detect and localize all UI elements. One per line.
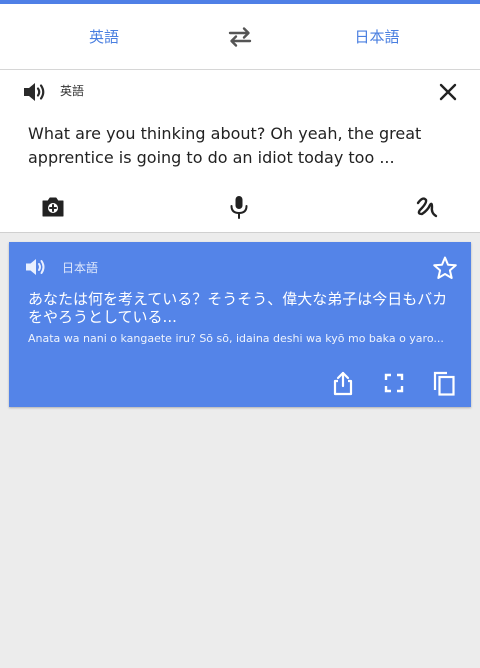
copy-icon[interactable] — [432, 370, 456, 396]
target-language-label: 日本語 — [62, 261, 99, 275]
source-language-label: 英語 — [60, 84, 85, 98]
language-bar: 英語 日本語 — [0, 4, 480, 70]
close-icon[interactable] — [436, 80, 460, 104]
microphone-icon[interactable] — [226, 194, 252, 220]
translated-text: あなたは何を考えている？そうそう、偉大な弟子は今日もバカをやろうとしている... — [28, 290, 448, 326]
handwriting-icon[interactable] — [414, 194, 440, 220]
star-outline-icon[interactable] — [432, 255, 458, 281]
camera-icon[interactable] — [40, 194, 66, 220]
speaker-icon[interactable] — [22, 80, 48, 104]
target-language-button[interactable]: 日本語 — [317, 4, 437, 70]
source-text[interactable]: What are you thinking about? Oh yeah, th… — [28, 122, 448, 170]
source-language-button[interactable]: 英語 — [44, 4, 164, 70]
speaker-icon[interactable] — [24, 256, 48, 278]
fullscreen-icon[interactable] — [382, 370, 406, 396]
swap-arrows-icon[interactable] — [226, 25, 254, 49]
share-icon[interactable] — [331, 370, 355, 396]
transliteration-text: Anata wa nani o kangaete iru? Sō sō, ida… — [28, 332, 444, 345]
